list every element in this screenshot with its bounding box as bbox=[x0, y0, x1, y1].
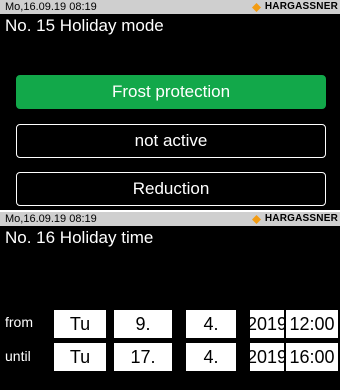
diamond-logo-icon bbox=[251, 214, 261, 224]
brand-logo: HARGASSNER bbox=[251, 212, 338, 226]
status-bar: Mo,16.09.19 08:19 HARGASSNER bbox=[0, 212, 340, 226]
page-title: No. 16 Holiday time bbox=[5, 228, 154, 247]
brand-logo: HARGASSNER bbox=[251, 0, 338, 14]
option-not-active[interactable]: not active bbox=[16, 124, 326, 158]
page-title: No. 15 Holiday mode bbox=[5, 16, 164, 35]
from-label: from bbox=[5, 314, 33, 330]
from-weekday-field[interactable]: Tu bbox=[54, 310, 106, 338]
holiday-mode-screen: Mo,16.09.19 08:19 HARGASSNER No. 15 Holi… bbox=[0, 0, 340, 210]
option-label: Reduction bbox=[132, 179, 210, 198]
until-year-field[interactable]: 2019 bbox=[247, 343, 287, 371]
holiday-time-screen: Mo,16.09.19 08:19 HARGASSNER No. 16 Holi… bbox=[0, 212, 340, 390]
brand-name: HARGASSNER bbox=[264, 1, 338, 12]
diamond-logo-icon bbox=[251, 2, 261, 12]
until-time-field[interactable]: 16:00 bbox=[286, 343, 338, 371]
from-time-field[interactable]: 12:00 bbox=[286, 310, 338, 338]
brand-name: HARGASSNER bbox=[264, 213, 338, 224]
until-day-field[interactable]: 17. bbox=[114, 343, 172, 371]
until-label: until bbox=[5, 348, 31, 364]
until-month-field[interactable]: 4. bbox=[186, 343, 236, 371]
option-reduction[interactable]: Reduction bbox=[16, 172, 326, 206]
status-bar: Mo,16.09.19 08:19 HARGASSNER bbox=[0, 0, 340, 14]
from-year-field[interactable]: 2019 bbox=[247, 310, 287, 338]
option-label: Frost protection bbox=[111, 82, 231, 101]
option-frost-protection[interactable]: Frost protection bbox=[16, 75, 326, 109]
option-label: not active bbox=[134, 131, 208, 150]
date-time: Mo,16.09.19 08:19 bbox=[5, 1, 97, 13]
from-day-field[interactable]: 9. bbox=[114, 310, 172, 338]
until-weekday-field[interactable]: Tu bbox=[54, 343, 106, 371]
date-time: Mo,16.09.19 08:19 bbox=[5, 213, 97, 225]
from-month-field[interactable]: 4. bbox=[186, 310, 236, 338]
